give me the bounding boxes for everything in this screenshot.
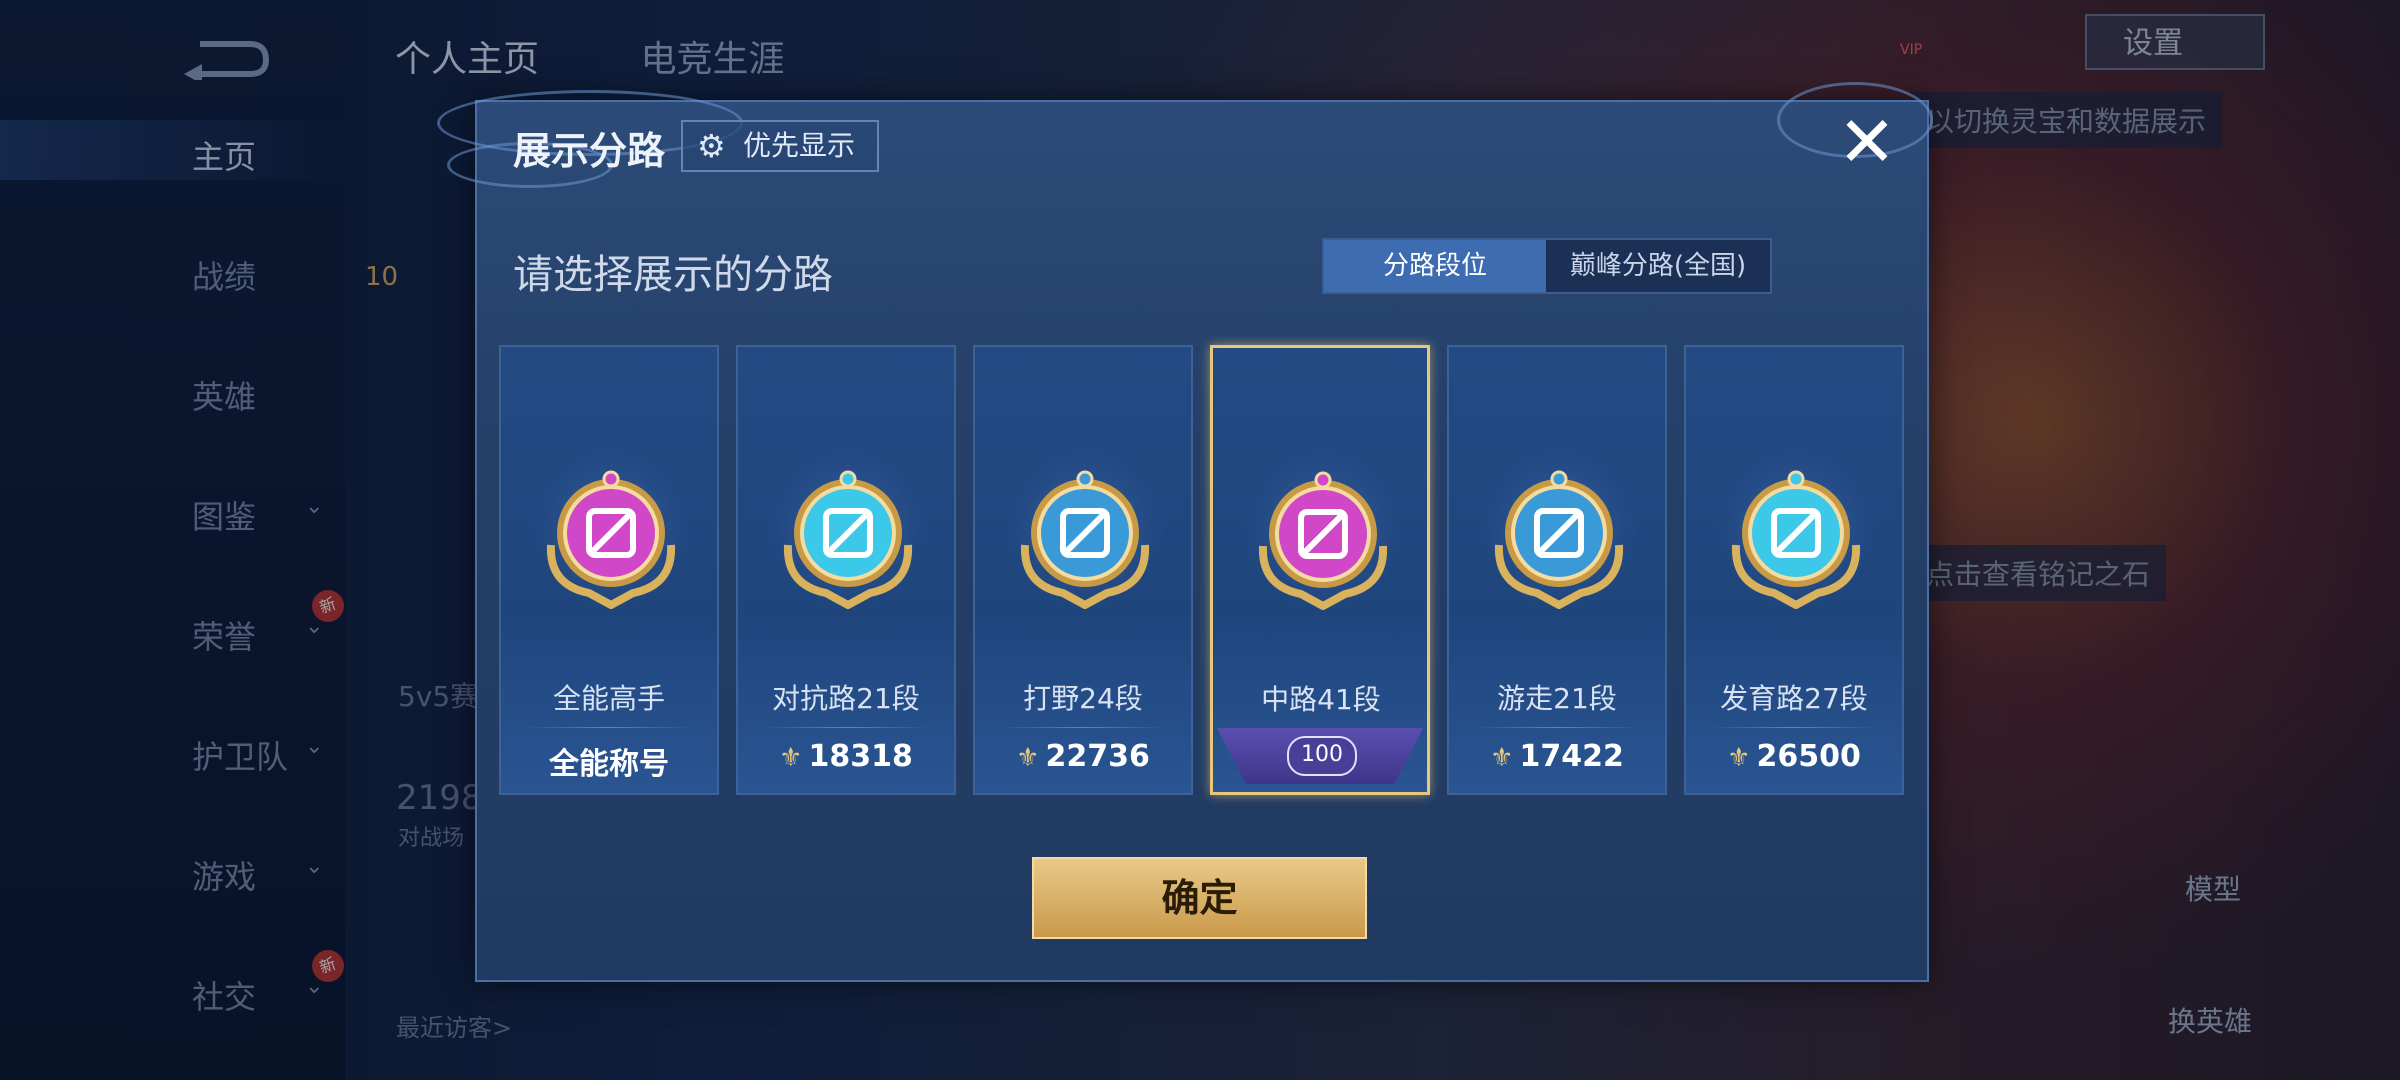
clash-lane-badge-icon — [783, 470, 913, 609]
farm-lane-badge-icon — [1731, 470, 1861, 609]
lane-rank-label: 对抗路21段 — [772, 682, 920, 715]
lane-score-value: 22736 — [1045, 739, 1150, 774]
close-icon[interactable]: ✕ — [1832, 107, 1902, 180]
lane-score-value: 18318 — [808, 739, 913, 774]
lane-rank-label: 游走21段 — [1497, 682, 1617, 715]
lane-card[interactable]: 打野24段 ⚜ 22736 — [973, 345, 1193, 795]
lane-rank-label: 打野24段 — [1023, 682, 1143, 715]
lane-score: ⚜ 22736 — [975, 739, 1191, 774]
lane-card[interactable]: 对抗路21段 ⚜ 18318 — [736, 345, 956, 795]
divider — [762, 727, 930, 728]
lane-card[interactable]: 全能高手 全能称号 — [499, 345, 719, 795]
power-icon: ⚜ — [1016, 743, 1040, 773]
lane-card[interactable]: 游走21段 ⚜ 17422 — [1447, 345, 1667, 795]
allround-badge-icon — [546, 470, 676, 609]
lane-rank-label: 发育路27段 — [1720, 682, 1868, 715]
select-lane-prompt: 请选择展示的分路 — [513, 252, 833, 298]
lane-score-value: 26500 — [1756, 739, 1861, 774]
star-count-badge: 100 — [1287, 736, 1357, 776]
lane-score: ⚜ 26500 — [1686, 739, 1902, 774]
lane-rank-label: 中路41段 — [1261, 683, 1381, 716]
gear-icon: ⚙ — [697, 127, 726, 165]
roam-badge-icon — [1494, 470, 1624, 609]
lane-display-dialog: 展示分路 ⚙ 优先显示 ✕ 请选择展示的分路 分路段位 巅峰分路(全国) 全能高… — [437, 82, 1933, 982]
tab-peak-lane[interactable]: 巅峰分路(全国) — [1546, 240, 1770, 292]
lane-score: ⚜ 18318 — [738, 739, 954, 774]
divider — [999, 727, 1167, 728]
priority-display-button[interactable]: ⚙ 优先显示 — [681, 120, 879, 172]
lane-card[interactable]: 发育路27段 ⚜ 26500 — [1684, 345, 1904, 795]
lane-rank-label: 全能高手 — [552, 682, 665, 715]
power-icon: ⚜ — [779, 743, 803, 773]
divider — [1710, 727, 1878, 728]
lane-score: ⚜ 17422 — [1449, 739, 1665, 774]
mid-lane-badge-icon — [1258, 471, 1388, 610]
divider — [1473, 727, 1641, 728]
divider — [525, 727, 693, 728]
lane-score: 全能称号 — [501, 739, 717, 783]
confirm-button[interactable]: 确定 — [1032, 857, 1367, 939]
tab-lane-rank[interactable]: 分路段位 — [1324, 240, 1546, 292]
lane-card[interactable]: 中路41段 100 — [1210, 345, 1430, 795]
lane-score-value: 全能称号 — [549, 747, 669, 782]
dialog-title: 展示分路 — [513, 129, 666, 173]
star-ribbon: 100 — [1217, 728, 1423, 784]
power-icon: ⚜ — [1490, 743, 1514, 773]
segment-toggle: 分路段位 巅峰分路(全国) — [1322, 238, 1772, 294]
lane-score-value: 17422 — [1519, 739, 1624, 774]
priority-display-label: 优先显示 — [743, 129, 856, 162]
jungle-badge-icon — [1020, 470, 1150, 609]
power-icon: ⚜ — [1727, 743, 1751, 773]
